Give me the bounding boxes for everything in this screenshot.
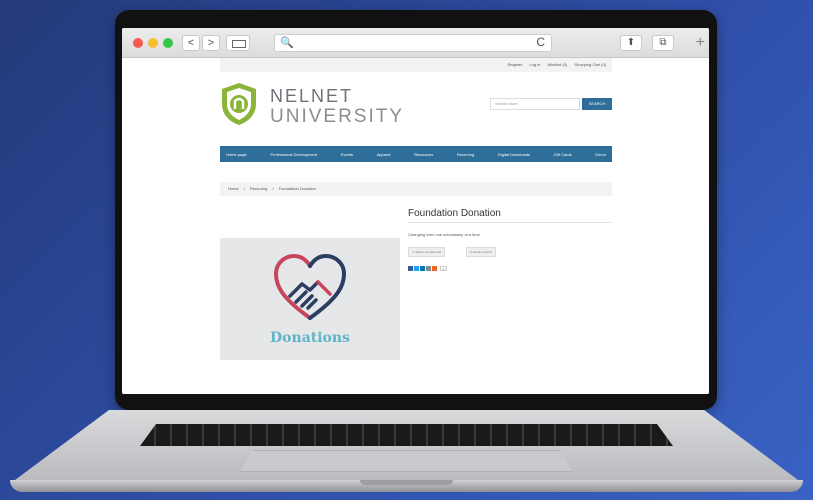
laptop-keyboard: [140, 424, 673, 446]
social-share: 0: [408, 266, 448, 272]
laptop-notch: [360, 480, 453, 485]
brand-name: NELNET: [270, 86, 354, 106]
facebook-icon[interactable]: [408, 266, 413, 271]
title-divider: [408, 222, 612, 223]
minimize-window-button[interactable]: [148, 38, 158, 48]
zoom-window-button[interactable]: [163, 38, 173, 48]
nav-item-digital-downloads[interactable]: Digital Downloads: [498, 152, 530, 157]
product-image[interactable]: Donations: [220, 238, 400, 360]
laptop-trackpad: [240, 450, 573, 472]
share-icon[interactable]: ⬆: [620, 35, 642, 51]
browser-toolbar: < > 🔍 C ⬆ ⧉ +: [122, 28, 709, 58]
nav-item-demo[interactable]: Demo: [595, 152, 606, 157]
reload-icon[interactable]: C: [536, 35, 545, 49]
twitter-icon[interactable]: [414, 266, 419, 271]
nav-item-apparel[interactable]: Apparel: [377, 152, 391, 157]
search-icon: 🔍: [280, 37, 294, 49]
image-caption: Donations: [270, 330, 350, 346]
breadcrumb: Home / Recurring / Foundation Donation: [220, 182, 612, 196]
breadcrumb-current: Foundation Donation: [278, 186, 316, 191]
sidebar-toggle-icon[interactable]: [226, 35, 250, 51]
product-title: Foundation Donation: [408, 208, 501, 219]
laptop-screen: < > 🔍 C ⬆ ⧉ + Register Log in Wishlist (…: [122, 28, 709, 394]
heart-handshake-icon: [273, 253, 347, 320]
breadcrumb-separator: /: [243, 186, 245, 191]
header-links: Register Log in Wishlist (0) Shopping Ca…: [220, 58, 612, 72]
nav-item-resources[interactable]: Resources: [414, 152, 433, 157]
email-friend-button[interactable]: ✉ Email a friend: [466, 247, 496, 257]
login-link[interactable]: Log in: [529, 62, 540, 67]
breadcrumb-separator: /: [272, 186, 274, 191]
add-to-compare-button[interactable]: ▭ Add to compare list: [408, 247, 446, 257]
back-icon[interactable]: <: [182, 35, 200, 51]
web-page: Register Log in Wishlist (0) Shopping Ca…: [122, 58, 709, 394]
share-count: 0: [440, 266, 447, 271]
forward-icon[interactable]: >: [202, 35, 220, 51]
nav-item-professional-development[interactable]: Professional Development: [270, 152, 317, 157]
nav-item-home[interactable]: Home page: [226, 152, 247, 157]
linkedin-icon[interactable]: [420, 266, 425, 271]
nav-item-gift-cards[interactable]: Gift Cards: [554, 152, 572, 157]
nav-item-events[interactable]: Events: [341, 152, 353, 157]
tabs-overview-icon[interactable]: ⧉: [652, 35, 674, 51]
wishlist-link[interactable]: Wishlist (0): [548, 62, 568, 67]
close-window-button[interactable]: [133, 38, 143, 48]
address-bar[interactable]: 🔍 C: [274, 34, 552, 52]
shield-logo-icon: [222, 83, 256, 125]
nav-item-recurring[interactable]: Recurring: [457, 152, 474, 157]
page-content: Register Log in Wishlist (0) Shopping Ca…: [220, 58, 612, 394]
register-link[interactable]: Register: [507, 62, 522, 67]
main-navigation: Home page Professional Development Event…: [220, 146, 612, 162]
breadcrumb-home[interactable]: Home: [228, 186, 239, 191]
more-share-icon[interactable]: [432, 266, 437, 271]
shopping-cart-link[interactable]: Shopping Cart (0): [574, 62, 606, 67]
brand-subtitle: UNIVERSITY: [270, 106, 405, 127]
email-share-icon[interactable]: [426, 266, 431, 271]
search-input[interactable]: Search store: [490, 98, 580, 110]
search-button[interactable]: SEARCH: [582, 98, 612, 110]
new-tab-icon[interactable]: +: [696, 35, 705, 51]
add-to-compare-label: Add to compare list: [415, 250, 442, 254]
product-short-description: Changing lives one scholarship at a time…: [408, 232, 481, 237]
breadcrumb-category[interactable]: Recurring: [250, 186, 267, 191]
email-friend-label: Email a friend: [473, 250, 492, 254]
